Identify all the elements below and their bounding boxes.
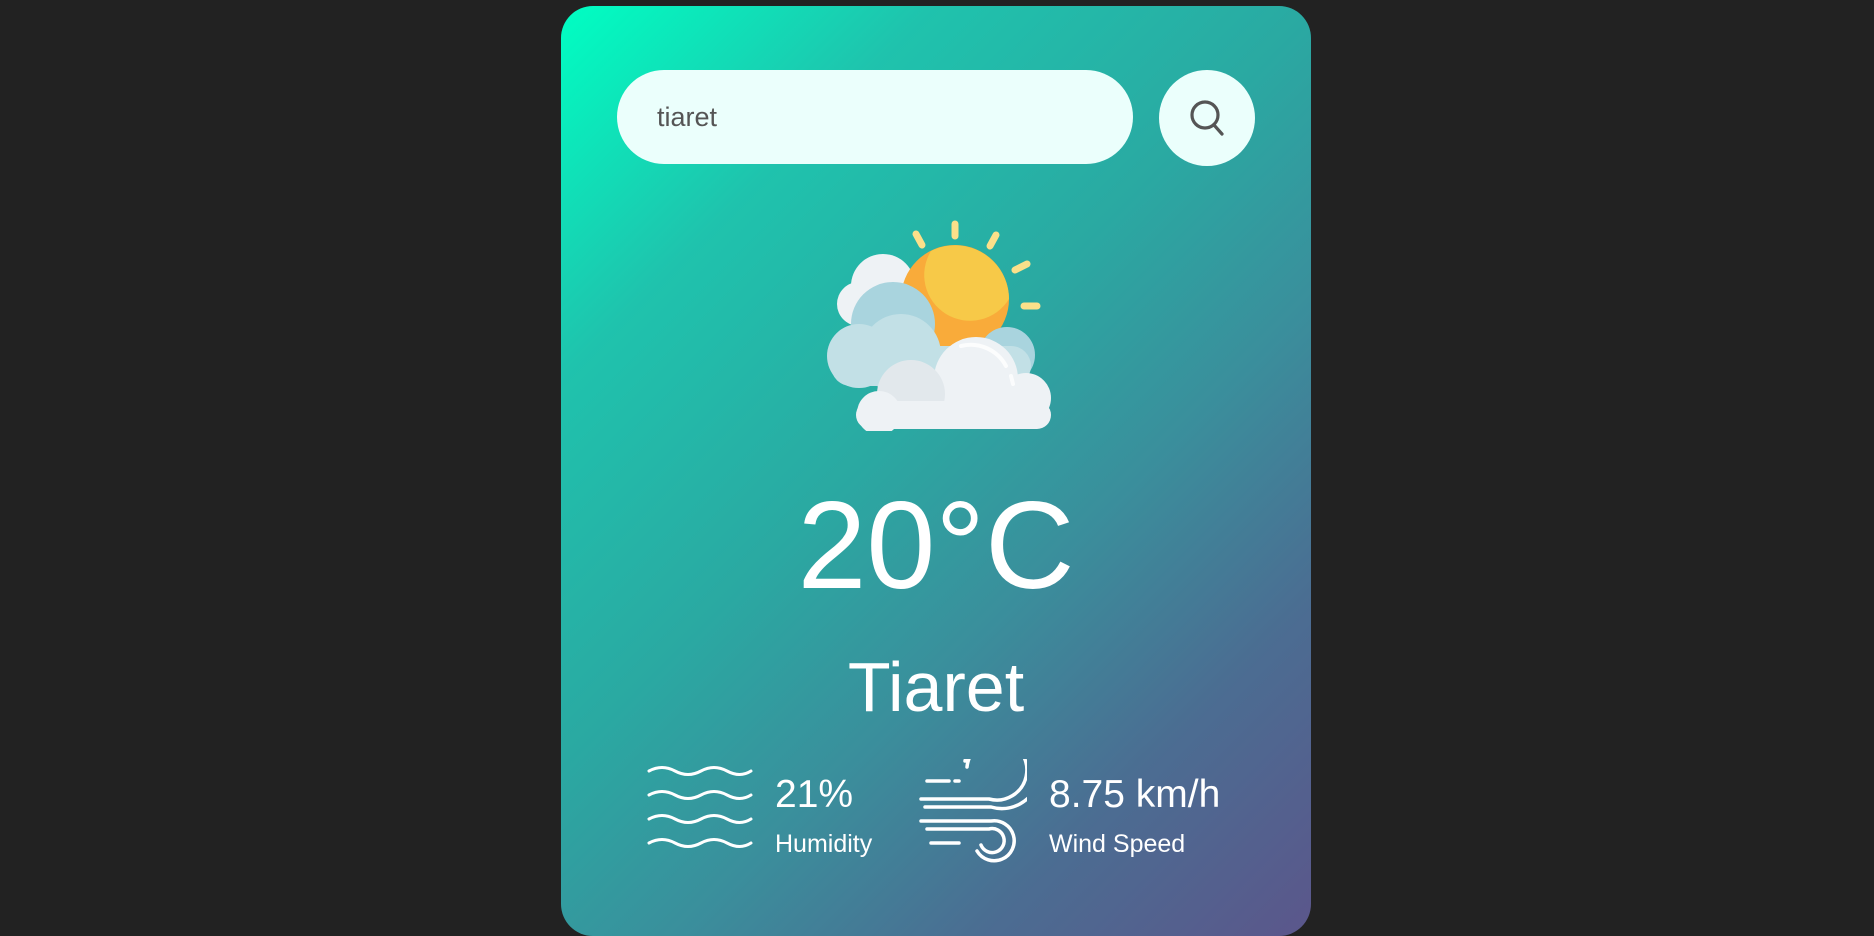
partly-cloudy-icon bbox=[827, 220, 1051, 431]
search-bar bbox=[617, 70, 1133, 164]
humidity-icon bbox=[647, 766, 753, 848]
humidity-value: 21% bbox=[775, 773, 854, 816]
city-name: Tiaret bbox=[847, 648, 1025, 726]
wind-icon bbox=[919, 759, 1027, 863]
temperature: 20°C bbox=[797, 477, 1075, 615]
wind-label: Wind Speed bbox=[1049, 830, 1186, 858]
search-icon bbox=[1190, 100, 1224, 136]
wind-value: 8.75 km/h bbox=[1049, 773, 1221, 816]
search-input[interactable] bbox=[657, 101, 1097, 133]
weather-card: 20°C Tiaret 21% Humidity bbox=[561, 6, 1311, 936]
search-button[interactable] bbox=[1159, 70, 1255, 166]
wind-section: 8.75 km/h Wind Speed bbox=[919, 759, 1220, 863]
humidity-section: 21% Humidity bbox=[647, 759, 872, 859]
humidity-label: Humidity bbox=[775, 830, 873, 858]
